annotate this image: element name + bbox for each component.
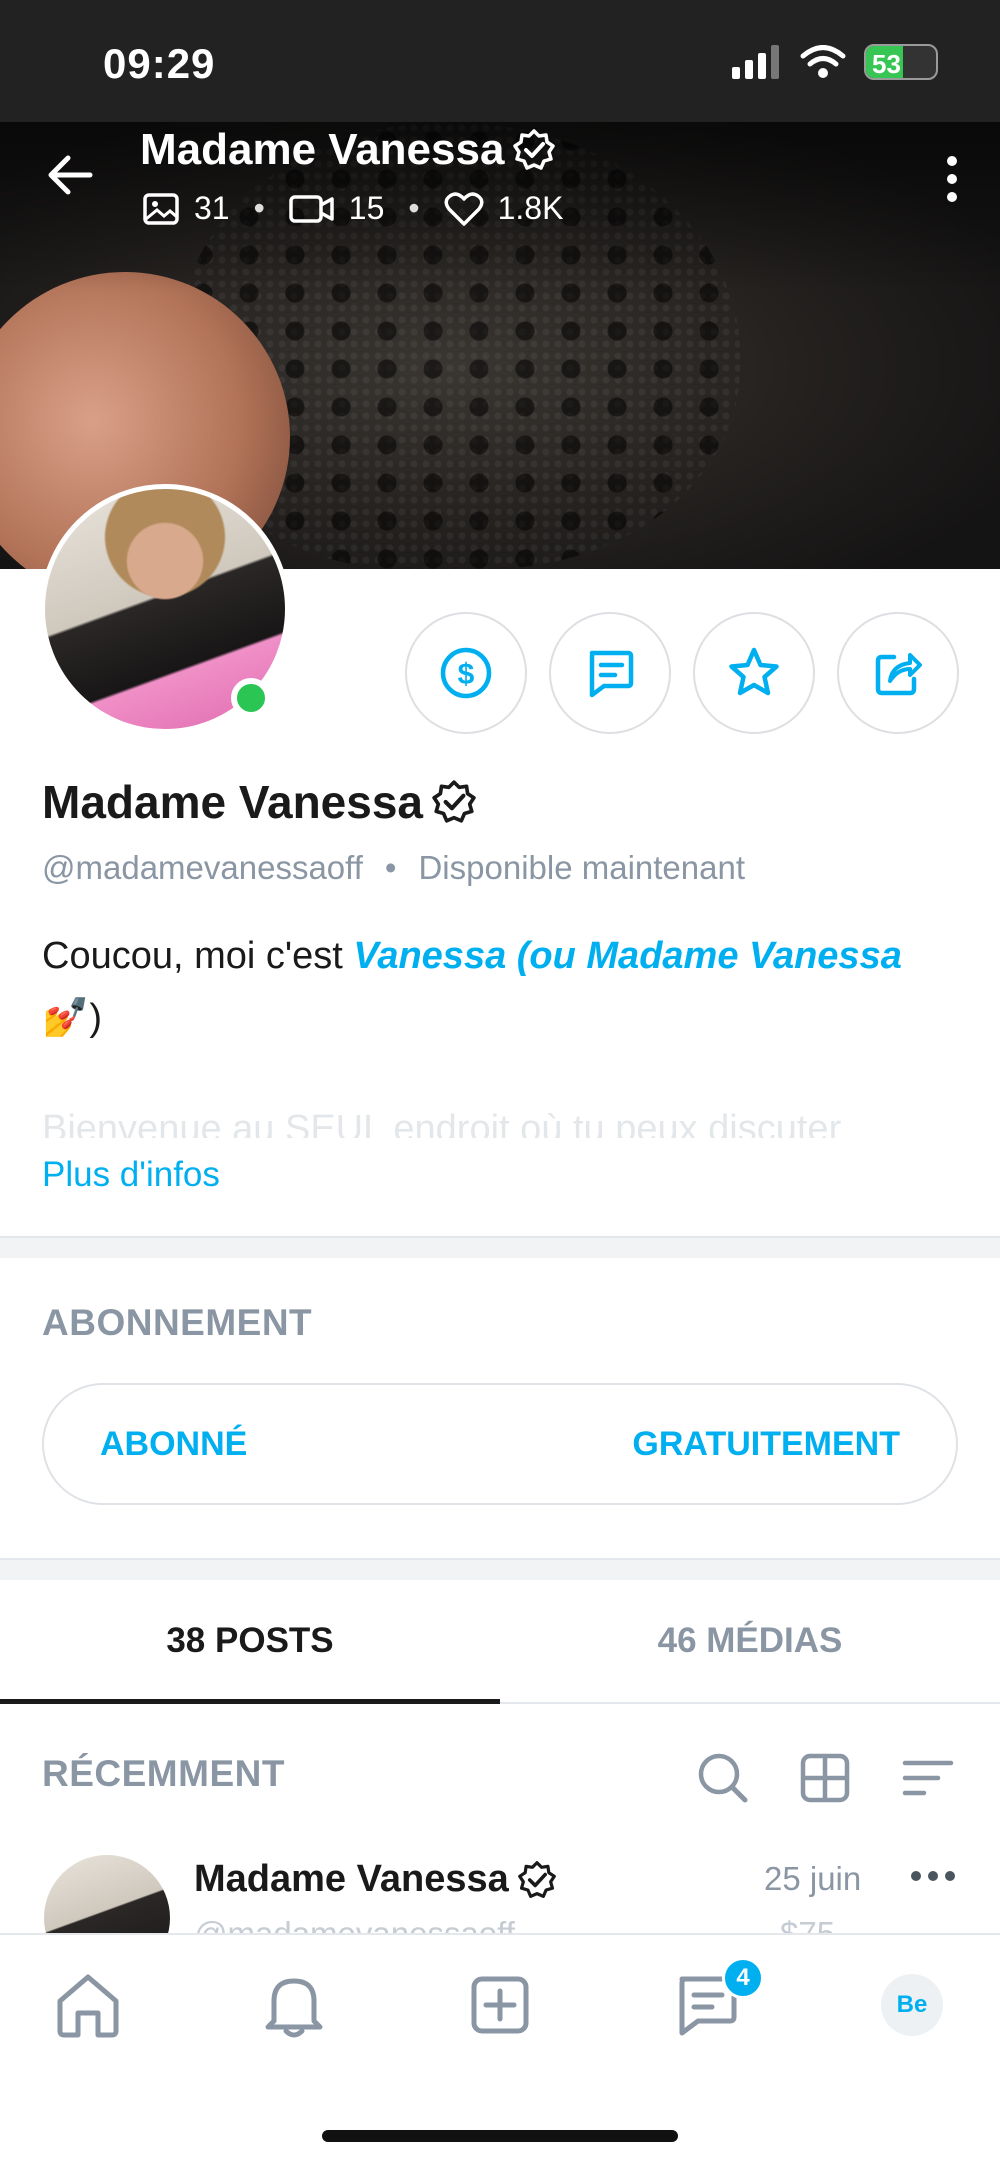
bio-emoji: 💅 [42, 997, 90, 1039]
image-icon [143, 192, 179, 225]
grid-view-icon[interactable] [797, 1750, 853, 1806]
content-tabs: 38 POSTS 46 MÉDIAS [0, 1580, 1000, 1704]
profile-name-text: Madame Vanessa [42, 776, 424, 828]
profile-name: Madame Vanessa [42, 775, 477, 829]
feed-section-label: RÉCEMMENT [42, 1753, 285, 1794]
post-author-name: Madame Vanessa [194, 1858, 509, 1900]
home-indicator [322, 2130, 678, 2142]
more-options-icon[interactable] [944, 155, 960, 203]
profile-bio: Coucou, moi c'est Vanessa (ou Madame Van… [42, 925, 962, 1049]
subscription-section-label: ABONNEMENT [42, 1302, 313, 1343]
post-date: 25 juin [764, 1860, 862, 1897]
likes-count: 1.8K [497, 190, 564, 226]
videos-count: 15 [348, 190, 385, 226]
status-bar: 09:29 53 [0, 0, 1000, 122]
section-divider [0, 1558, 1000, 1580]
profile-handle: @madamevanessaoff [42, 849, 363, 886]
favorite-button[interactable] [693, 612, 815, 734]
bio-highlight: Vanessa (ou Madame Vanessa [353, 935, 902, 977]
heart-icon [444, 191, 484, 226]
dollar-icon: $ [440, 647, 492, 699]
home-icon [57, 1974, 119, 2038]
verified-badge-icon [513, 129, 556, 170]
tip-button[interactable]: $ [405, 612, 527, 734]
separator-dot: • [384, 849, 397, 886]
header-name: Madame Vanessa [140, 125, 505, 174]
share-button[interactable] [837, 612, 959, 734]
share-icon [875, 653, 922, 696]
header-stats: 31 • 15 • 1.8K [142, 190, 563, 227]
section-divider [0, 1236, 1000, 1258]
online-status-dot [231, 678, 271, 718]
bio-intro: Coucou, moi c'est [42, 935, 354, 977]
battery-indicator: 53 [864, 44, 938, 80]
add-post-icon [471, 1976, 529, 2034]
tab-posts[interactable]: 38 POSTS [0, 1580, 500, 1704]
svg-text:$: $ [458, 658, 475, 691]
subscription-button[interactable]: ABONNÉ GRATUITEMENT [42, 1383, 958, 1505]
header-title: Madame Vanessa [140, 125, 556, 175]
subscription-status: ABONNÉ [100, 1424, 248, 1463]
battery-percent: 53 [872, 49, 901, 79]
wifi-icon [800, 45, 846, 78]
nav-notifications[interactable] [254, 1965, 334, 2045]
star-icon [729, 647, 779, 696]
message-button[interactable] [549, 612, 671, 734]
bio-close: ) [89, 997, 102, 1039]
subscription-price: GRATUITEMENT [632, 1424, 900, 1463]
search-icon[interactable] [695, 1750, 751, 1806]
more-info-link[interactable]: Plus d'infos [42, 1155, 220, 1195]
verified-badge-icon [517, 1860, 556, 1898]
status-icons: 53 [732, 44, 938, 80]
chat-icon [589, 650, 634, 698]
nav-profile[interactable]: Be [872, 1965, 952, 2045]
photos-count: 31 [194, 190, 230, 226]
user-avatar: Be [881, 1974, 943, 2036]
post-author[interactable]: Madame Vanessa [194, 1858, 557, 1901]
availability-status: Disponible maintenant [418, 849, 746, 886]
separator-dot: • [408, 190, 420, 226]
tab-media[interactable]: 46 MÉDIAS [500, 1580, 1000, 1702]
sort-icon[interactable] [900, 1750, 956, 1806]
verified-badge-icon [432, 780, 476, 823]
post-more-options-icon[interactable] [910, 1868, 956, 1884]
separator-dot: • [253, 190, 265, 226]
bell-icon [265, 1978, 323, 2038]
status-time: 09:29 [103, 40, 216, 87]
nav-home[interactable] [48, 1965, 128, 2045]
bio-faded-text: Bienvenue au SEUL endroit où tu peux dis… [42, 1108, 842, 1138]
profile-meta: @madamevanessaoff • Disponible maintenan… [42, 849, 745, 887]
messages-badge: 4 [722, 1957, 764, 1999]
video-icon [289, 194, 334, 223]
back-arrow-icon[interactable] [44, 150, 94, 200]
cellular-signal-icon [732, 45, 779, 79]
nav-create-post[interactable] [460, 1965, 540, 2045]
